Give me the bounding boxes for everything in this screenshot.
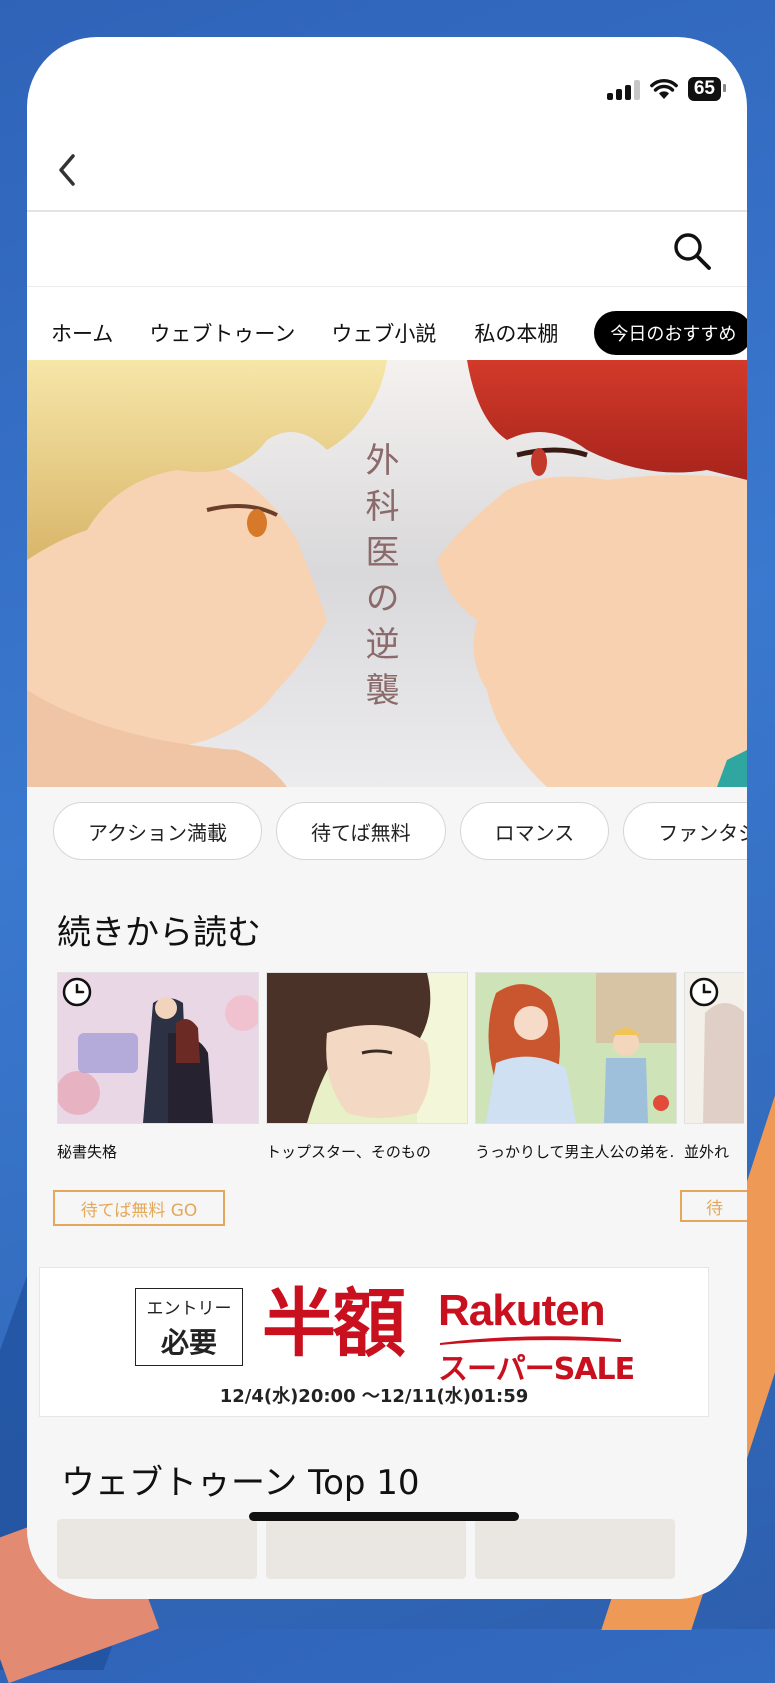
list-item[interactable]: トップスター、そのもの [266, 972, 468, 1162]
wait-free-go-button[interactable]: 待 [680, 1190, 747, 1222]
chip-fantasy[interactable]: ファンタジー [623, 802, 747, 860]
status-bar: 65 [606, 77, 727, 101]
chip-action[interactable]: アクション満載 [53, 802, 262, 860]
nav-my-shelf[interactable]: 私の本棚 [474, 318, 558, 348]
back-icon[interactable] [53, 150, 83, 190]
top10-list [57, 1519, 675, 1579]
cover-image [57, 972, 259, 1124]
cover-title: 並外れ [684, 1143, 730, 1161]
wait-free-go-button[interactable]: 待てば無料 GO [53, 1190, 225, 1226]
list-item[interactable]: 並外れ [684, 972, 744, 1162]
entry-label: エントリー [146, 1298, 232, 1319]
nav-web-novel[interactable]: ウェブ小説 [331, 318, 436, 348]
genre-chips: アクション満載 待てば無料 ロマンス ファンタジー [53, 802, 747, 860]
nav-webtoon[interactable]: ウェブトゥーン [149, 318, 295, 348]
list-item[interactable]: うっかりして男主人公の弟を... [475, 972, 677, 1162]
cover-image [684, 972, 744, 1124]
nav-today-recommend[interactable]: 今日のおすすめ [594, 311, 747, 355]
entry-required-box: エントリー 必要 [135, 1288, 243, 1366]
continue-reading-list: 秘書失格 トップスター、そのもの うっかりして男主人公の弟を... 並外れ [57, 972, 744, 1162]
list-item[interactable] [266, 1519, 466, 1579]
entry-required-label: 必要 [160, 1325, 217, 1359]
home-indicator[interactable] [249, 1512, 519, 1521]
list-item[interactable]: 秘書失格 [57, 972, 259, 1162]
half-price-headline: 半額 [262, 1281, 406, 1367]
cover-image [475, 972, 677, 1124]
phone-frame: 65 ホーム ウェブトゥーン ウェブ小説 私の本棚 今日のおすすめ 外科医の逆襲… [27, 37, 747, 1599]
cover-title: うっかりして男主人公の弟を... [475, 1143, 675, 1161]
search-bar[interactable] [27, 212, 747, 287]
top-nav: ホーム ウェブトゥーン ウェブ小説 私の本棚 今日のおすすめ [27, 305, 747, 361]
battery-icon: 65 [687, 77, 727, 101]
nav-home[interactable]: ホーム [51, 318, 113, 348]
clock-icon [62, 977, 92, 1007]
signal-icon [606, 78, 640, 100]
cover-image [266, 972, 468, 1124]
list-item[interactable] [475, 1519, 675, 1579]
continue-reading-title: 続きから読む [57, 913, 261, 953]
hero-banner-title: 外科医の逆襲 [359, 442, 399, 718]
rakuten-sale-banner[interactable]: エントリー 必要 半額 Rakuten スーパーSALE 12/4(水)20:0… [39, 1267, 709, 1417]
webtoon-top10-title: ウェブトゥーン Top 10 [61, 1463, 420, 1503]
cover-title: 秘書失格 [57, 1143, 118, 1161]
wifi-icon [649, 78, 678, 99]
cover-title: トップスター、そのもの [266, 1143, 431, 1161]
rakuten-logo: Rakuten [438, 1286, 606, 1335]
clock-icon [689, 977, 719, 1007]
list-item[interactable] [57, 1519, 257, 1579]
search-icon[interactable] [671, 230, 713, 272]
chip-wait-free[interactable]: 待てば無料 [276, 802, 446, 860]
sale-period: 12/4(水)20:00 〜12/11(水)01:59 [219, 1386, 529, 1407]
chip-romance[interactable]: ロマンス [459, 802, 610, 860]
